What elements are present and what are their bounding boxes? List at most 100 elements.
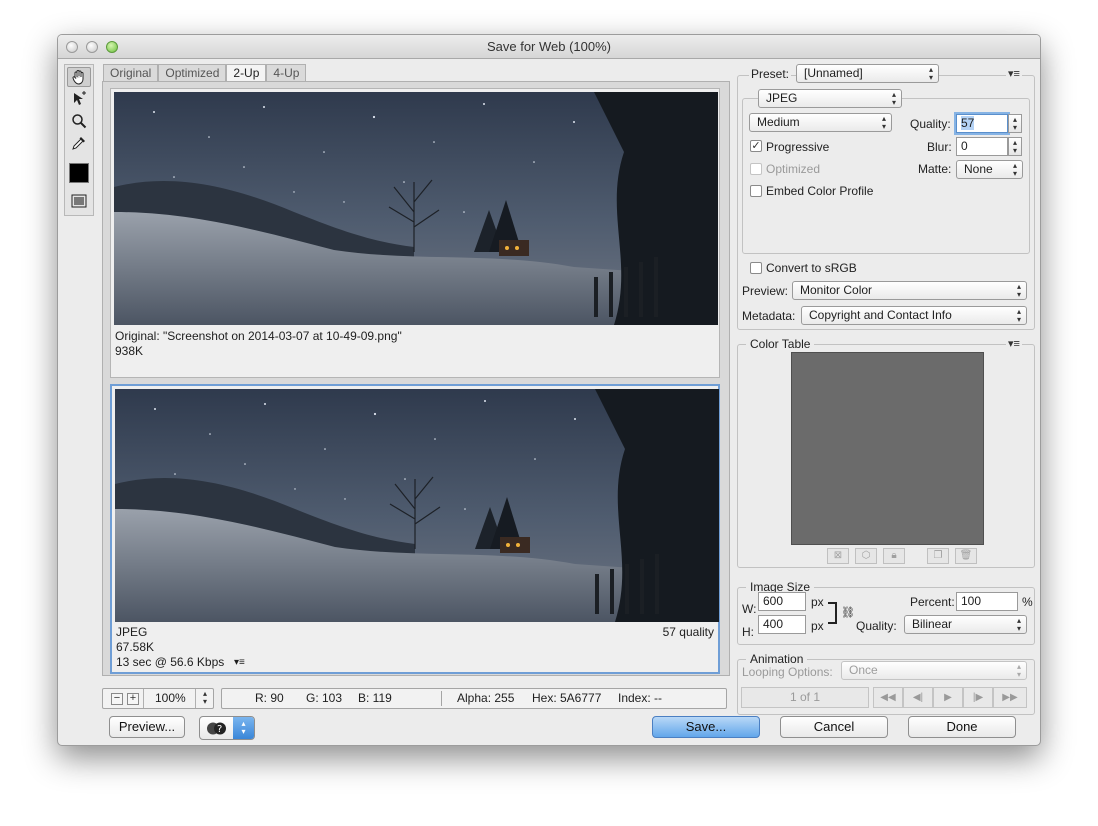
readout-r: R: 90 [255, 691, 284, 705]
color-table-menu-icon[interactable]: ▾≡ [1006, 337, 1022, 350]
optimized-size: 67.58K [116, 640, 155, 654]
title-bar: Save for Web (100%) [58, 35, 1040, 59]
new-color-icon[interactable]: ❐ [927, 548, 949, 564]
download-time: 13 sec @ 56.6 Kbps [116, 655, 225, 669]
convert-srgb-checkbox[interactable] [750, 262, 762, 274]
optimized-quality-note: 57 quality [662, 625, 714, 639]
divider [195, 689, 196, 708]
preset-value: [Unnamed] [804, 66, 863, 80]
zoom-window-button[interactable] [106, 41, 118, 53]
preview-label: Preview: [742, 284, 789, 298]
map-transparent-icon[interactable]: ⊠ [827, 548, 849, 564]
color-readout: R: 90 G: 103 B: 119 Alpha: 255 Hex: 5A67… [221, 688, 727, 709]
progressive-checkbox[interactable]: ✓ [750, 140, 762, 152]
eyedropper-icon [72, 137, 85, 150]
quality-field[interactable]: 57 [956, 114, 1008, 133]
browser-globe-icon: ? [206, 721, 228, 736]
quality-label: Quality: [910, 117, 951, 131]
format-value: JPEG [766, 91, 798, 105]
tab-2-up[interactable]: 2-Up [226, 64, 267, 81]
web-shift-icon[interactable]: ⬡ [855, 548, 877, 564]
height-field[interactable]: 400 [758, 615, 806, 634]
width-field[interactable]: 600 [758, 592, 806, 611]
save-for-web-window: Save for Web (100%) Original Optimized 2… [57, 34, 1041, 746]
eyedropper-color-swatch[interactable] [69, 163, 89, 183]
zoom-level[interactable]: 100% [155, 689, 186, 708]
tab-optimized[interactable]: Optimized [158, 64, 227, 81]
last-frame-icon[interactable]: ▶▶ [993, 687, 1027, 708]
select-arrows-icon: ▴ ▾ [881, 114, 886, 131]
matte-select[interactable]: None ▴ ▾ [956, 160, 1023, 179]
divider [441, 691, 442, 706]
zoom-stepper-icon[interactable]: ▴ ▾ [197, 689, 213, 707]
done-button[interactable]: Done [908, 716, 1016, 738]
blur-field[interactable]: 0 [956, 137, 1008, 156]
close-window-button[interactable] [66, 41, 78, 53]
metadata-select[interactable]: Copyright and Contact Info ▴ ▾ [801, 306, 1027, 325]
looping-options-select[interactable]: Once ▴ ▾ [841, 661, 1027, 680]
constrain-bracket [828, 602, 837, 624]
width-label: W: [742, 602, 757, 616]
percent-label: Percent: [910, 595, 955, 609]
quality-stepper[interactable]: ▴ ▾ [1008, 114, 1022, 133]
tab-4-up[interactable]: 4-Up [266, 64, 307, 81]
download-speed-menu-icon[interactable]: ▾≡ [234, 655, 245, 670]
slice-select-tool-button[interactable] [67, 89, 91, 109]
preset-menu-icon[interactable]: ▾≡ [1006, 67, 1022, 80]
progressive-label: Progressive [766, 140, 830, 154]
readout-g: G: 103 [306, 691, 343, 705]
svg-text:?: ? [217, 724, 222, 735]
trash-icon[interactable]: 🗑︎ [955, 548, 977, 564]
select-arrows-icon: ▴ ▾ [1012, 161, 1017, 178]
hand-tool-button[interactable] [67, 67, 91, 87]
dropdown-arrows-icon[interactable]: ▴ ▾ [233, 717, 254, 739]
select-arrows-icon: ▴ ▾ [891, 90, 896, 107]
resample-quality-select[interactable]: Bilinear ▴ ▾ [904, 615, 1027, 634]
zoom-out-button[interactable]: − [111, 693, 123, 705]
readout-b: B: 119 [358, 691, 392, 705]
previous-frame-icon[interactable]: ◀| [903, 687, 933, 708]
color-table-swatches[interactable] [791, 352, 984, 545]
next-frame-icon[interactable]: |▶ [963, 687, 993, 708]
eyedropper-tool-button[interactable] [67, 133, 91, 153]
preset-label: Preset: [749, 67, 792, 81]
preset-select[interactable]: [Unnamed] ▴ ▾ [796, 64, 939, 83]
first-frame-icon[interactable]: ◀◀ [873, 687, 903, 708]
play-icon[interactable]: ▶ [933, 687, 963, 708]
percent-field[interactable]: 100 [956, 592, 1018, 611]
format-select[interactable]: JPEG ▴ ▾ [758, 89, 902, 108]
optimized-pane[interactable]: JPEG 57 quality 67.58K 13 sec @ 56.6 Kbp… [110, 384, 720, 674]
view-tabs: Original Optimized 2-Up 4-Up [103, 64, 307, 81]
divider [143, 689, 144, 708]
optimized-checkbox[interactable] [750, 163, 762, 175]
tab-original[interactable]: Original [103, 64, 159, 81]
save-button[interactable]: Save... [652, 716, 760, 738]
original-pane[interactable]: Original: "Screenshot on 2014-03-07 at 1… [110, 88, 720, 378]
zoom-control: − + 100% ▴ ▾ [102, 688, 214, 709]
optimized-format: JPEG [116, 625, 148, 639]
resample-quality-value: Bilinear [912, 617, 953, 631]
cancel-button[interactable]: Cancel [780, 716, 888, 738]
link-chain-icon[interactable]: ⛓︎ [841, 606, 855, 619]
window-title: Save for Web (100%) [486, 39, 612, 54]
lock-color-icon[interactable]: 🔒︎ [883, 548, 905, 564]
select-arrows-icon: ▴ ▾ [1016, 307, 1021, 324]
preview-value: Monitor Color [800, 283, 873, 297]
minimize-window-button[interactable] [86, 41, 98, 53]
preview-select[interactable]: Monitor Color ▴ ▾ [792, 281, 1027, 300]
convert-srgb-label: Convert to sRGB [766, 261, 857, 275]
compression-select[interactable]: Medium ▴ ▾ [749, 113, 892, 132]
embed-color-profile-checkbox[interactable] [750, 185, 762, 197]
zoom-in-button[interactable]: + [127, 693, 139, 705]
preview-button[interactable]: Preview... [109, 716, 185, 738]
looping-value: Once [849, 663, 878, 677]
browser-preview-popup[interactable]: ? ▴ ▾ [199, 716, 255, 740]
original-caption: Original: "Screenshot on 2014-03-07 at 1… [115, 329, 402, 343]
toggle-slices-button[interactable] [67, 191, 91, 211]
zoom-tool-button[interactable] [67, 111, 91, 131]
percent-unit: % [1022, 595, 1033, 609]
toggle-slices-icon [71, 194, 87, 208]
blur-stepper[interactable]: ▴ ▾ [1008, 137, 1022, 156]
original-image [114, 92, 718, 325]
select-arrows-icon: ▴ ▾ [928, 65, 933, 82]
